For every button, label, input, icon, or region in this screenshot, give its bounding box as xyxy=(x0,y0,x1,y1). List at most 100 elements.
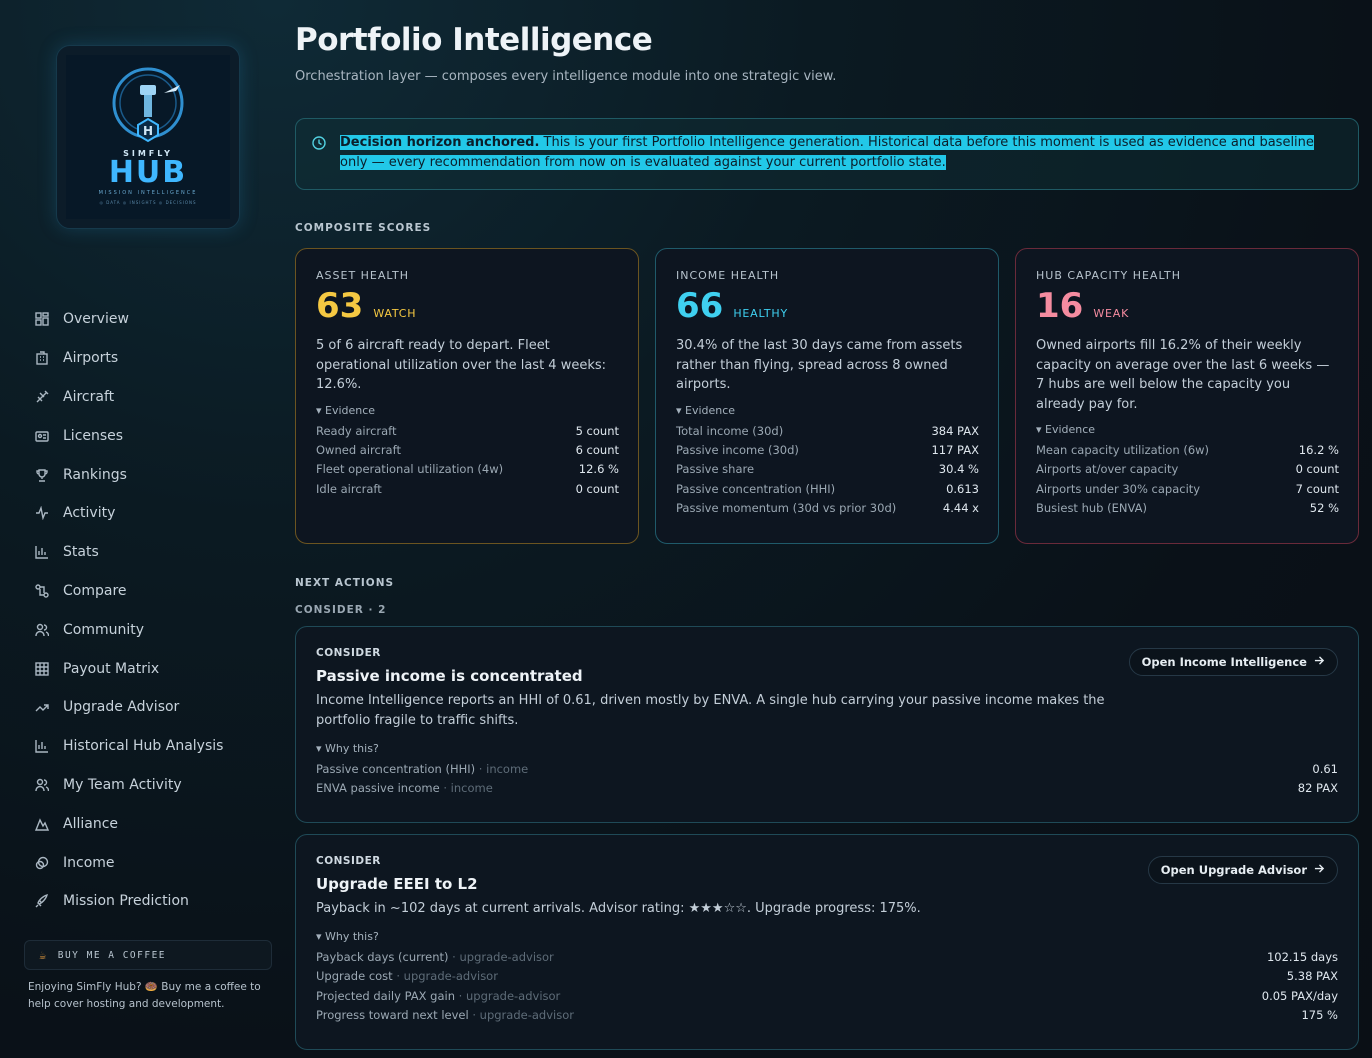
sidebar-item-stats[interactable]: Stats xyxy=(34,533,274,572)
evidence-toggle[interactable]: ▾ Evidence xyxy=(316,404,619,417)
sidebar-item-aircraft[interactable]: Aircraft xyxy=(34,378,274,417)
evidence-list: Total income (30d) 384 PAX Passive income… xyxy=(676,422,979,519)
sidebar-item-historical-hub-analysis[interactable]: Historical Hub Analysis xyxy=(34,727,274,766)
sidebar-item-label: Community xyxy=(63,621,145,638)
evidence-row: Busiest hub (ENVA) 52 % xyxy=(1036,499,1339,518)
app-logo[interactable]: H SIMFLY HUB MISSION INTELLIGENCE ◎ DATA… xyxy=(56,45,240,229)
evidence-value: 0.613 xyxy=(946,481,979,496)
sidebar-item-airports[interactable]: Airports xyxy=(34,339,274,378)
control-tower-icon: H xyxy=(112,67,184,143)
evidence-row: ENVA passive income · income 82 PAX xyxy=(316,779,1338,798)
sidebar-item-label: Stats xyxy=(63,544,99,561)
users-icon xyxy=(34,777,50,793)
action-description: Payback in ~102 days at current arrivals… xyxy=(316,901,921,916)
sidebar-item-upgrade-advisor[interactable]: Upgrade Advisor xyxy=(34,688,274,727)
evidence-row: Ready aircraft 5 count xyxy=(316,422,619,441)
sidebar-item-overview[interactable]: Overview xyxy=(34,300,274,339)
button-label: Open Upgrade Advisor xyxy=(1160,863,1307,877)
evidence-source: · upgrade-advisor xyxy=(392,969,498,984)
why-this-toggle[interactable]: ▾ Why this? xyxy=(316,930,1338,943)
evidence-row: Total income (30d) 384 PAX xyxy=(676,422,979,441)
score-value: 16 xyxy=(1036,286,1084,326)
evidence-value: 0 count xyxy=(1295,462,1339,477)
card-title: INCOME HEALTH xyxy=(676,269,780,282)
sidebar-item-label: My Team Activity xyxy=(63,776,182,793)
buy-me-a-coffee-button[interactable]: ☕ BUY ME A COFFEE xyxy=(24,940,272,970)
evidence-list: Payback days (current) · upgrade-advisor… xyxy=(316,948,1338,1026)
evidence-value: 12.6 % xyxy=(578,462,619,477)
trend-up-icon xyxy=(34,699,50,715)
button-label: Open Income Intelligence xyxy=(1141,655,1307,669)
pulse-icon xyxy=(34,505,50,521)
evidence-key: Passive income (30d) xyxy=(676,442,799,457)
bar-chart-icon xyxy=(34,544,50,560)
evidence-source: · upgrade-advisor xyxy=(448,950,554,964)
sidebar-item-community[interactable]: Community xyxy=(34,610,274,649)
sidebar-item-rankings[interactable]: Rankings xyxy=(34,455,274,494)
banner-bold: Decision horizon anchored. xyxy=(340,135,540,150)
sidebar-item-label: Income xyxy=(63,854,115,871)
sidebar-item-income[interactable]: Income xyxy=(34,843,274,882)
open-upgrade-advisor-button[interactable]: Open Upgrade Advisor xyxy=(1147,856,1338,884)
score-value: 63 xyxy=(316,286,364,326)
evidence-key: Passive momentum (30d vs prior 30d) xyxy=(676,501,897,516)
sidebar-item-alliance[interactable]: Alliance xyxy=(34,804,274,843)
evidence-key: Ready aircraft xyxy=(316,423,397,438)
evidence-key: Total income (30d) xyxy=(676,423,784,438)
card-title: ASSET HEALTH xyxy=(316,269,410,282)
mountain-icon xyxy=(34,816,50,832)
asset-health-card: ASSET HEALTH 63 WATCH 5 of 6 aircraft re… xyxy=(295,248,639,544)
logo-image: H SIMFLY HUB MISSION INTELLIGENCE ◎ DATA… xyxy=(66,55,230,219)
sidebar-item-label: Alliance xyxy=(63,815,119,832)
evidence-key: Airports at/over capacity xyxy=(1036,462,1179,477)
evidence-value: 30.4 % xyxy=(938,462,979,477)
sidebar-item-compare[interactable]: Compare xyxy=(34,572,274,611)
evidence-row: Passive share 30.4 % xyxy=(676,460,979,479)
evidence-value: 0 count xyxy=(575,481,619,496)
evidence-row: Airports under 30% capacity 7 count xyxy=(1036,480,1339,499)
why-this-toggle[interactable]: ▾ Why this? xyxy=(316,742,1338,755)
evidence-value: 0.05 PAX/day xyxy=(1261,988,1338,1003)
evidence-row: Passive momentum (30d vs prior 30d) 4.44 … xyxy=(676,499,979,518)
evidence-key: ENVA passive income xyxy=(316,781,440,796)
evidence-key: Passive concentration (HHI) xyxy=(676,481,836,496)
evidence-key: Upgrade cost xyxy=(316,969,393,984)
bar-chart-icon xyxy=(34,738,50,754)
evidence-row: Passive income (30d) 117 PAX xyxy=(676,441,979,460)
open-income-intelligence-button[interactable]: Open Income Intelligence xyxy=(1128,648,1338,676)
evidence-list: Passive concentration (HHI) · income 0.61… xyxy=(316,760,1338,799)
evidence-row: Payback days (current) · upgrade-advisor… xyxy=(316,948,1338,967)
evidence-value: 6 count xyxy=(575,442,619,457)
clock-icon xyxy=(312,136,326,157)
evidence-toggle[interactable]: ▾ Evidence xyxy=(1036,423,1339,436)
trophy-icon xyxy=(34,467,50,483)
evidence-row: Airports at/over capacity 0 count xyxy=(1036,460,1339,479)
evidence-list: Ready aircraft 5 count Owned aircraft 6 co… xyxy=(316,422,619,500)
hub-capacity-health-card: HUB CAPACITY HEALTH 16 WEAK Owned airpor… xyxy=(1015,248,1359,544)
sidebar-item-licenses[interactable]: Licenses xyxy=(34,416,274,455)
evidence-row: Projected daily PAX gain · upgrade-advis… xyxy=(316,987,1338,1006)
evidence-value: 117 PAX xyxy=(931,442,979,457)
sidebar-item-mission-prediction[interactable]: Mission Prediction xyxy=(34,882,274,921)
card-description: Owned airports fill 16.2% of their weekl… xyxy=(1036,338,1330,412)
sidebar-item-label: Mission Prediction xyxy=(63,893,189,910)
coffee-label: BUY ME A COFFEE xyxy=(57,949,167,961)
status-badge: WEAK xyxy=(1093,307,1130,320)
sidebar-item-payout-matrix[interactable]: Payout Matrix xyxy=(34,649,274,688)
evidence-row: Fleet operational utilization (4w) 12.6 % xyxy=(316,460,619,479)
sidebar-item-label: Historical Hub Analysis xyxy=(63,738,224,755)
evidence-key: Mean capacity utilization (6w) xyxy=(1036,443,1210,457)
evidence-value: 7 count xyxy=(1295,481,1339,496)
page-subtitle: Orchestration layer — composes every int… xyxy=(295,69,837,84)
action-description: Income Intelligence reports an HHI of 0.… xyxy=(316,693,1105,728)
evidence-value: 16.2 % xyxy=(1298,443,1339,457)
sidebar-item-activity[interactable]: Activity xyxy=(34,494,274,533)
users-icon xyxy=(34,622,50,638)
page-title: Portfolio Intelligence xyxy=(295,22,653,58)
evidence-value: 384 PAX xyxy=(931,423,979,438)
score-value: 66 xyxy=(676,286,724,326)
evidence-toggle[interactable]: ▾ Evidence xyxy=(676,404,979,417)
sidebar-item-my-team-activity[interactable]: My Team Activity xyxy=(34,766,274,805)
evidence-source: · income xyxy=(475,762,529,776)
evidence-row: Owned aircraft 6 count xyxy=(316,441,619,460)
